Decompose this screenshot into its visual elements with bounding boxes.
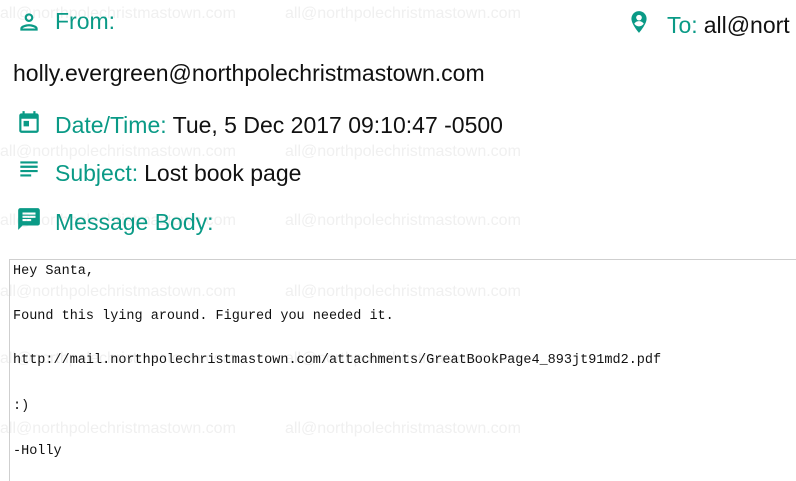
watermark-text: all@northpolechristmastown.com bbox=[285, 212, 521, 229]
subject-value: Lost book page bbox=[144, 160, 302, 186]
from-row: From: bbox=[16, 8, 115, 35]
account-circle-icon bbox=[626, 9, 652, 35]
message-line: :) bbox=[13, 399, 30, 414]
message-link[interactable]: http://mail.northpolechristmastown.com/a… bbox=[13, 353, 661, 368]
subject-row: Subject: Lost book page bbox=[16, 152, 301, 187]
datetime-row: Date/Time: Tue, 5 Dec 2017 09:10:47 -050… bbox=[16, 104, 503, 139]
subject-lines-icon bbox=[16, 157, 42, 183]
watermark-text: all@northpolechristmastown.com bbox=[285, 143, 521, 160]
to-value: all@nort bbox=[703, 12, 790, 38]
datetime-value: Tue, 5 Dec 2017 09:10:47 -0500 bbox=[172, 112, 503, 138]
person-icon bbox=[16, 9, 42, 35]
subject-label: Subject: bbox=[55, 160, 139, 186]
message-line: -Holly bbox=[13, 444, 62, 459]
message-body-label: Message Body: bbox=[55, 209, 214, 235]
message-body-row: Message Body: bbox=[16, 201, 214, 236]
to-label: To: bbox=[667, 12, 698, 38]
message-line: Hey Santa, bbox=[13, 264, 95, 279]
chat-bubble-icon bbox=[16, 206, 42, 232]
from-email: holly.evergreen@northpolechristmastown.c… bbox=[13, 60, 485, 86]
calendar-icon bbox=[16, 109, 42, 135]
watermark-text: all@northpolechristmastown.com bbox=[285, 5, 521, 22]
message-body-box bbox=[9, 259, 796, 481]
datetime-label: Date/Time: bbox=[55, 112, 167, 138]
message-line: Found this lying around. Figured you nee… bbox=[13, 309, 394, 324]
to-row: To: all@nort bbox=[626, 4, 790, 39]
from-label: From: bbox=[55, 8, 116, 34]
